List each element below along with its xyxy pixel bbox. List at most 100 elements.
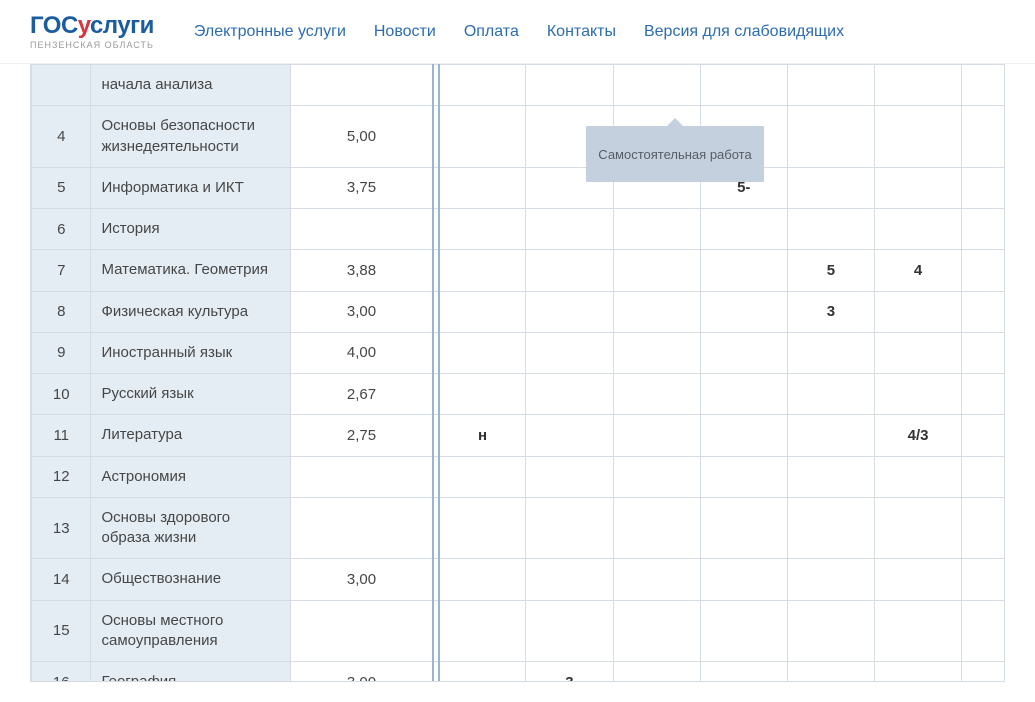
grade-cell[interactable] [613,250,700,291]
grade-cell[interactable] [700,559,787,600]
grade-cell[interactable] [875,600,962,662]
grade-cell[interactable] [875,332,962,373]
grade-cell[interactable] [526,497,613,559]
grade-cell[interactable] [787,600,874,662]
grade-cell[interactable] [962,374,1005,415]
grade-cell[interactable] [526,250,613,291]
grade-cell[interactable] [439,250,526,291]
grade-cell[interactable] [526,65,613,106]
grade-cell[interactable] [526,415,613,456]
grade-cell[interactable] [439,662,526,683]
grade-cell[interactable] [787,374,874,415]
grade-cell[interactable] [787,65,874,106]
grade-cell[interactable] [700,65,787,106]
grade-cell[interactable] [787,209,874,250]
grade-cell[interactable] [526,559,613,600]
grade-cell[interactable] [613,559,700,600]
grade-cell[interactable] [613,65,700,106]
grade-cell[interactable] [962,332,1005,373]
grade-cell[interactable] [962,600,1005,662]
grade-cell[interactable] [787,332,874,373]
grade-cell[interactable] [700,291,787,332]
grade-cell[interactable] [962,291,1005,332]
grade-cell[interactable] [439,456,526,497]
grade-cell[interactable] [439,600,526,662]
grade-cell[interactable] [700,415,787,456]
grade-cell[interactable] [875,209,962,250]
grade-cell[interactable] [439,497,526,559]
grade-cell[interactable] [613,291,700,332]
grade-cell[interactable] [875,662,962,683]
grade-cell[interactable]: 3 [526,662,613,683]
grade-cell[interactable] [700,456,787,497]
grade-cell[interactable] [962,65,1005,106]
grade-cell[interactable] [875,291,962,332]
grade-cell[interactable] [613,662,700,683]
grade-cell[interactable] [439,106,526,168]
grade-cell[interactable] [787,497,874,559]
grade-cell[interactable] [526,209,613,250]
grade-cell[interactable] [526,456,613,497]
grade-cell[interactable] [787,415,874,456]
nav-link-accessibility[interactable]: Версия для слабовидящих [644,23,844,41]
grade-cell[interactable] [439,167,526,208]
grade-cell[interactable] [962,106,1005,168]
grade-cell[interactable] [962,497,1005,559]
nav-link-news[interactable]: Новости [374,23,436,41]
grade-cell[interactable] [439,291,526,332]
grade-cell[interactable] [439,332,526,373]
grade-cell[interactable] [787,662,874,683]
grade-cell[interactable] [875,374,962,415]
grade-cell[interactable] [613,415,700,456]
grade-cell[interactable] [526,291,613,332]
logo[interactable]: ГОСуслуги ПЕНЗЕНСКАЯ ОБЛАСТЬ [30,14,154,50]
grade-cell[interactable] [787,106,874,168]
grade-cell[interactable]: 5 [787,250,874,291]
grade-cell[interactable] [613,209,700,250]
grade-cell[interactable] [787,167,874,208]
grade-cell[interactable]: н [439,415,526,456]
grade-cell[interactable] [613,332,700,373]
grade-cell[interactable]: 4 [875,250,962,291]
grade-cell[interactable] [439,559,526,600]
nav-link-payment[interactable]: Оплата [464,23,519,41]
grade-cell[interactable] [787,559,874,600]
grade-cell[interactable] [875,106,962,168]
grade-cell[interactable] [439,65,526,106]
grade-cell[interactable] [613,600,700,662]
grade-cell[interactable] [526,374,613,415]
grade-cell[interactable] [526,332,613,373]
grade-cell[interactable] [875,559,962,600]
grade-cell[interactable] [962,456,1005,497]
nav-link-contacts[interactable]: Контакты [547,23,616,41]
grade-cell[interactable] [439,374,526,415]
grade-cell[interactable] [700,250,787,291]
grade-cell[interactable] [875,167,962,208]
grade-cell[interactable] [700,662,787,683]
grade-cell[interactable] [962,167,1005,208]
grade-cell[interactable] [875,65,962,106]
grade-cell[interactable] [439,209,526,250]
grade-cell[interactable] [962,250,1005,291]
grade-table-scroll[interactable]: начала анализа4Основы безопасности жизне… [30,64,1005,682]
grade-cell[interactable]: 3 [787,291,874,332]
grade-cell[interactable] [962,209,1005,250]
grade-cell[interactable] [875,497,962,559]
grade-cell[interactable] [962,415,1005,456]
grade-cell[interactable] [700,600,787,662]
grade-cell[interactable] [613,497,700,559]
grade-cell[interactable] [962,662,1005,683]
grade-cell[interactable] [875,456,962,497]
grade-cell[interactable] [526,600,613,662]
grade-cell[interactable] [700,374,787,415]
grade-cell[interactable] [613,374,700,415]
grade-cell[interactable] [700,332,787,373]
grade-cell[interactable] [962,559,1005,600]
grade-cell[interactable] [613,456,700,497]
grade-cell[interactable]: 4/3 [875,415,962,456]
grade-cell[interactable] [700,209,787,250]
grade-cell[interactable] [787,456,874,497]
nav-link-eservices[interactable]: Электронные услуги [194,23,346,41]
subject-name: Астрономия [91,456,291,497]
grade-cell[interactable] [700,497,787,559]
